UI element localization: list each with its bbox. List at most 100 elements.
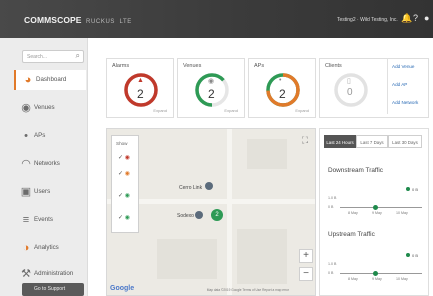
map-legend: Show ✓ ◉ ✓ ◉ ✓ ◉ ✓ ◉ xyxy=(111,135,139,233)
map-attribution[interactable]: Map data ©2019 Google Terms of Use Repor… xyxy=(207,288,289,292)
sidebar-item-label: Dashboard xyxy=(36,76,67,83)
map-label-cerro: Cerro Link xyxy=(179,185,203,191)
sidebar-search-input[interactable]: Search... ⌕ xyxy=(22,50,84,63)
help-icon[interactable]: ? xyxy=(413,13,418,23)
venue-pin-icon[interactable] xyxy=(195,211,203,219)
account-name[interactable]: Testing2 · Wild Testing, Inc. xyxy=(337,17,398,23)
alarm-bell-icon: ▲ xyxy=(137,77,144,84)
upstream-x-label: 9 May xyxy=(372,277,382,281)
downstream-legend-dot xyxy=(406,187,410,191)
sidebar-item-networks[interactable]: ◠ Networks xyxy=(14,154,86,174)
dashboard-icon: ◕ xyxy=(24,74,32,86)
sidebar-item-events[interactable]: ≡ Events xyxy=(14,210,86,230)
sidebar-item-label: Events xyxy=(34,216,53,223)
legend-check: ✓ xyxy=(118,215,124,221)
venues-expand-link[interactable]: Expand xyxy=(224,108,238,113)
analytics-icon: ◑ xyxy=(22,242,30,254)
zoom-out-button[interactable]: − xyxy=(299,267,313,281)
map-road xyxy=(227,129,232,295)
upstream-y-max: 1.0 B xyxy=(328,262,337,266)
sidebar-item-venues[interactable]: ◉ Venues xyxy=(14,98,86,118)
venue-pin-icon[interactable] xyxy=(205,182,213,190)
alarms-card[interactable]: Alarms ▲ 2 Expand xyxy=(106,58,174,118)
cluster-marker[interactable]: 2 xyxy=(211,209,223,221)
upstream-y-min: 0 B xyxy=(328,271,334,275)
venues-title: Venues xyxy=(183,63,202,69)
aps-title: APs xyxy=(254,63,265,69)
legend-row-online[interactable]: ✓ ◉ xyxy=(118,192,130,199)
alarms-expand-link[interactable]: Expand xyxy=(153,108,167,113)
upstream-legend-dot xyxy=(406,253,410,257)
access-point-icon: • xyxy=(279,77,282,84)
tab-last-24-hours[interactable]: Last 24 Hours xyxy=(324,135,356,148)
sidebar-item-users[interactable]: ▣ Users xyxy=(14,182,86,202)
green-pin-icon: ◉ xyxy=(124,193,130,199)
map-building xyxy=(237,229,287,284)
upstream-axis xyxy=(340,273,422,274)
sidebar-item-administration[interactable]: ⚒ Administration xyxy=(14,264,86,284)
product-suffix: LTE xyxy=(119,19,132,25)
add-network-link[interactable]: Add Network xyxy=(392,100,418,105)
upstream-x-label: 8 May xyxy=(348,277,358,281)
tab-last-30-days[interactable]: Last 30 Days xyxy=(388,135,422,148)
wrench-icon: ⚒ xyxy=(21,268,31,280)
brand-logo[interactable]: COMMSCOPE RUCKUS LTE xyxy=(24,15,132,25)
sidebar-item-dashboard[interactable]: ◕ Dashboard xyxy=(14,70,86,90)
upstream-point[interactable] xyxy=(373,271,378,276)
quick-links: Add Venue Add AP Add Network xyxy=(387,58,429,114)
sidebar-item-label: Analytics xyxy=(34,244,59,251)
sidebar: Search... ⌕ ◕ Dashboard ◉ Venues • APs ◠… xyxy=(0,38,88,296)
downstream-title: Downstream Traffic xyxy=(328,167,383,174)
location-pin-icon: ◉ xyxy=(21,102,31,114)
legend-check: ✓ xyxy=(118,155,124,161)
downstream-y-min: 0 B xyxy=(328,205,334,209)
clients-count: 0 xyxy=(347,87,353,98)
legend-row-offline[interactable]: ✓ ◉ xyxy=(118,214,130,221)
legend-title: Show xyxy=(116,141,128,146)
notification-bell-icon[interactable]: 🔔 xyxy=(401,13,412,24)
red-pin-icon: ◉ xyxy=(124,155,130,161)
sidebar-item-aps[interactable]: • APs xyxy=(14,126,86,146)
map-building xyxy=(157,239,217,279)
sidebar-item-analytics[interactable]: ◑ Analytics xyxy=(14,238,86,258)
fullscreen-icon[interactable]: ⛶ xyxy=(299,134,311,146)
legend-check: ✓ xyxy=(118,171,124,177)
aps-count: 2 xyxy=(279,87,286,101)
tab-last-7-days[interactable]: Last 7 Days xyxy=(356,135,388,148)
sidebar-item-label: Networks xyxy=(34,160,60,167)
venues-card[interactable]: Venues ◉ 2 Expand xyxy=(177,58,245,118)
sidebar-item-label: APs xyxy=(34,132,46,139)
map-building xyxy=(247,139,287,169)
search-placeholder: Search... xyxy=(27,54,48,60)
legend-row-alarm[interactable]: ✓ ◉ xyxy=(118,154,130,161)
upstream-title: Upstream Traffic xyxy=(328,231,375,238)
sidebar-item-label: Administration xyxy=(34,270,74,277)
downstream-y-max: 1.0 B xyxy=(328,196,337,200)
downstream-legend-value: 0 B xyxy=(412,187,419,192)
top-bar: COMMSCOPE RUCKUS LTE Testing2 · Wild Tes… xyxy=(0,0,433,38)
sidebar-item-label: Venues xyxy=(34,104,55,111)
upstream-x-label: 10 May xyxy=(396,277,408,281)
support-button[interactable]: Go to Support xyxy=(22,283,84,296)
add-venue-link[interactable]: Add Venue xyxy=(392,64,414,69)
zoom-in-button[interactable]: + xyxy=(299,249,313,263)
aps-card[interactable]: APs • 2 Expand xyxy=(248,58,316,118)
downstream-point[interactable] xyxy=(373,205,378,210)
alarms-count: 2 xyxy=(137,87,144,101)
venues-map[interactable]: Show ✓ ◉ ✓ ◉ ✓ ◉ ✓ ◉ Cerro Link Sodexo 2… xyxy=(106,128,316,296)
downstream-axis xyxy=(340,207,422,208)
user-menu-icon[interactable]: ● xyxy=(424,13,429,23)
downstream-x-label: 8 May xyxy=(348,211,358,215)
add-ap-link[interactable]: Add AP xyxy=(392,82,407,87)
google-logo: Google xyxy=(110,285,135,292)
users-icon: ▣ xyxy=(20,186,32,198)
app-screen: COMMSCOPE RUCKUS LTE Testing2 · Wild Tes… xyxy=(0,0,433,296)
map-label-sodexo: Sodexo xyxy=(177,213,194,219)
legend-row-warning[interactable]: ✓ ◉ xyxy=(118,170,130,177)
access-point-icon: • xyxy=(24,130,28,142)
client-device-icon: ▯ xyxy=(347,78,351,85)
downstream-x-label: 9 May xyxy=(372,211,382,215)
aps-expand-link[interactable]: Expand xyxy=(295,108,309,113)
search-icon: ⌕ xyxy=(75,51,80,60)
downstream-x-label: 10 May xyxy=(396,211,408,215)
